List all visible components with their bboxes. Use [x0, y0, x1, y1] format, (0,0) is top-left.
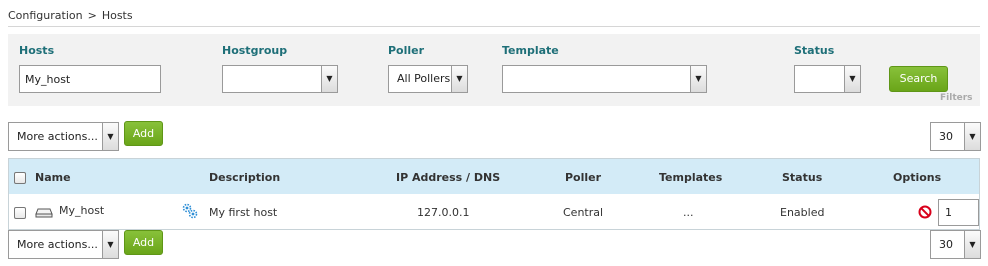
- row-checkbox[interactable]: [14, 207, 26, 219]
- poller-select[interactable]: All Pollers ▼: [388, 65, 468, 93]
- column-header-description: Description: [209, 171, 281, 184]
- hostgroup-filter-label: Hostgroup: [222, 44, 288, 57]
- poller-filter-label: Poller: [388, 44, 425, 57]
- host-poller: Central: [563, 206, 604, 219]
- hosts-filter-label: Hosts: [19, 44, 55, 57]
- chevron-down-icon[interactable]: ▼: [102, 231, 118, 258]
- status-select[interactable]: ▼: [794, 65, 861, 93]
- host-status: Enabled: [780, 206, 825, 219]
- duplicate-count-input[interactable]: 1: [938, 199, 979, 226]
- hosts-table: Name Description IP Address / DNS Poller…: [8, 158, 980, 230]
- template-filter-label: Template: [502, 44, 559, 57]
- chevron-down-icon[interactable]: ▼: [451, 66, 467, 92]
- chevron-down-icon[interactable]: ▼: [102, 123, 118, 150]
- page-size-select-top[interactable]: 30 ▼: [930, 122, 981, 151]
- template-select[interactable]: ▼: [502, 65, 707, 93]
- page-size-select-bottom[interactable]: 30 ▼: [930, 230, 981, 259]
- chevron-down-icon[interactable]: ▼: [964, 231, 980, 258]
- column-header-status: Status: [782, 171, 823, 184]
- add-button-bottom[interactable]: Add: [124, 230, 163, 255]
- filters-toggle[interactable]: Filters: [940, 93, 973, 103]
- chevron-down-icon[interactable]: ▼: [844, 66, 860, 92]
- column-header-ip: IP Address / DNS: [396, 171, 501, 184]
- hosts-filter-input[interactable]: [19, 65, 161, 93]
- disable-icon[interactable]: [918, 205, 932, 219]
- breadcrumb-root[interactable]: Configuration: [8, 9, 83, 22]
- more-actions-select-bottom[interactable]: More actions... ▼: [8, 230, 119, 259]
- column-header-poller: Poller: [565, 171, 602, 184]
- breadcrumb-separator: >: [87, 9, 97, 22]
- breadcrumb: Configuration > Hosts: [8, 9, 133, 22]
- host-ip: 127.0.0.1: [417, 206, 470, 219]
- hostgroup-select[interactable]: ▼: [222, 65, 338, 93]
- column-header-name[interactable]: Name: [35, 171, 71, 184]
- divider: [8, 26, 980, 27]
- gears-icon[interactable]: [181, 202, 199, 220]
- column-header-templates: Templates: [659, 171, 723, 184]
- status-filter-label: Status: [794, 44, 835, 57]
- add-button-top[interactable]: Add: [124, 121, 163, 146]
- chevron-down-icon[interactable]: ▼: [964, 123, 980, 150]
- poller-select-value: All Pollers: [397, 72, 451, 85]
- host-name-link[interactable]: My_host: [59, 204, 104, 217]
- breadcrumb-current: Hosts: [101, 9, 133, 22]
- host-icon: [35, 205, 53, 219]
- select-all-checkbox[interactable]: [14, 172, 26, 184]
- host-templates: ...: [683, 206, 694, 219]
- page-size-value: 30: [939, 130, 953, 143]
- chevron-down-icon[interactable]: ▼: [321, 66, 337, 92]
- column-header-options: Options: [893, 171, 942, 184]
- chevron-down-icon[interactable]: ▼: [690, 66, 706, 92]
- page-size-value: 30: [939, 238, 953, 251]
- more-actions-label: More actions...: [17, 130, 98, 143]
- host-description: My first host: [209, 206, 278, 219]
- more-actions-label: More actions...: [17, 238, 98, 251]
- search-button[interactable]: Search: [889, 66, 948, 92]
- more-actions-select-top[interactable]: More actions... ▼: [8, 122, 119, 151]
